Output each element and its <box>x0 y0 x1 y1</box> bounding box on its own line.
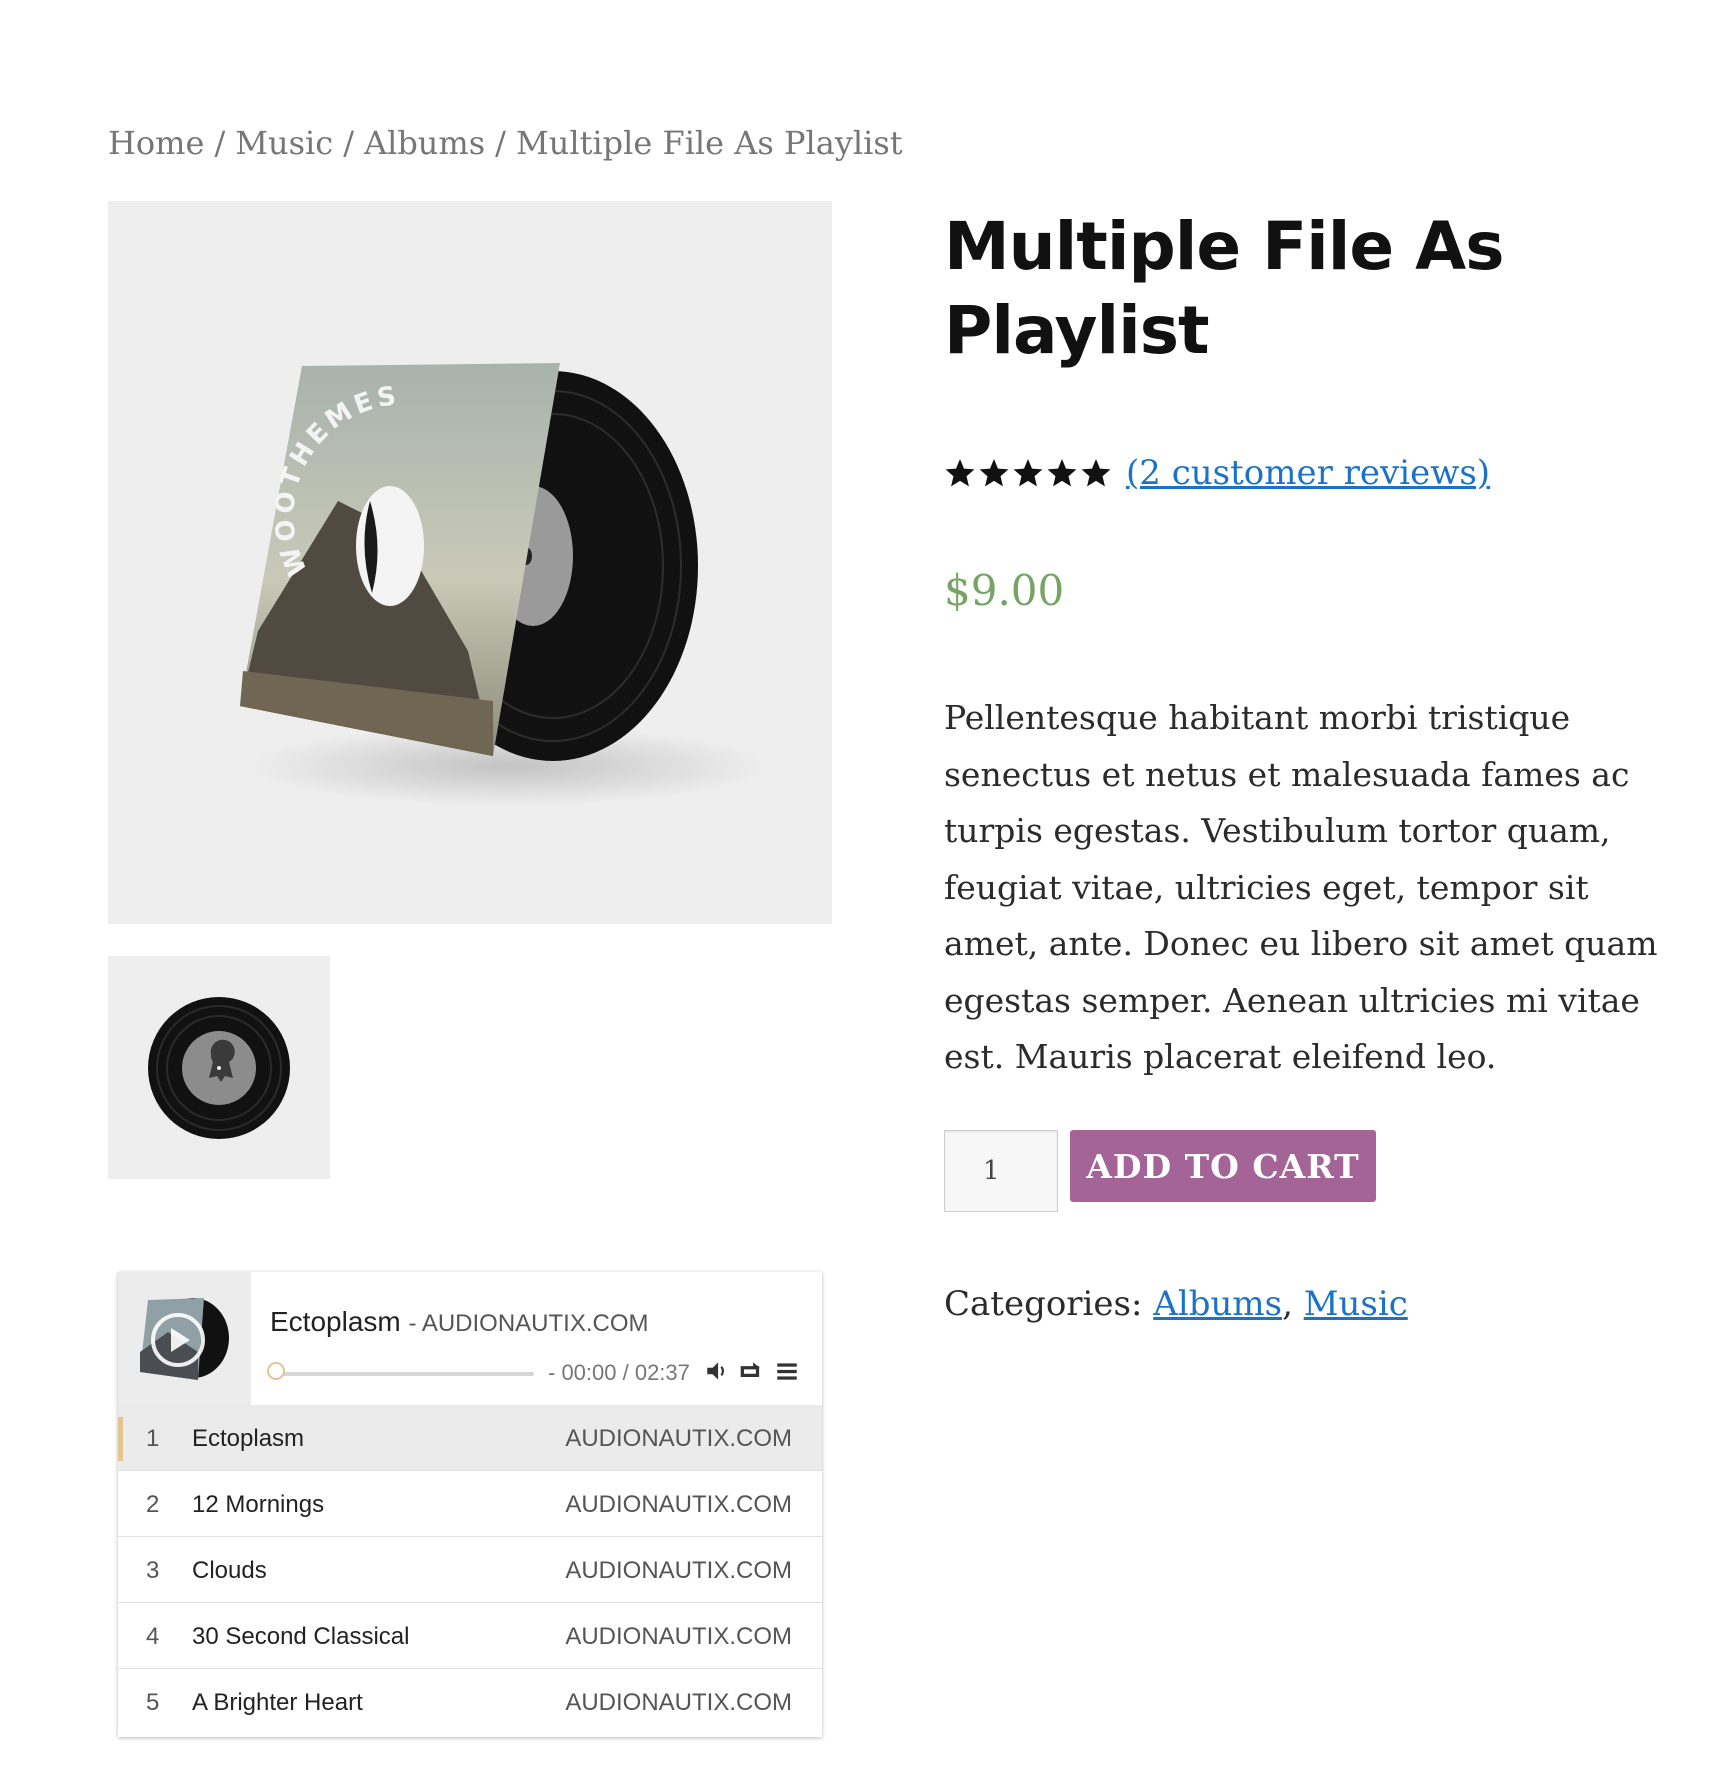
album-artwork: WOOTHEMES <box>240 363 768 806</box>
breadcrumb-separator: / <box>495 124 506 162</box>
add-to-cart-button[interactable]: ADD TO CART <box>1070 1130 1376 1202</box>
product-categories: Categories: Albums, Music <box>944 1284 1408 1324</box>
product-thumbnail[interactable] <box>108 956 330 1179</box>
playlist-track[interactable]: 5 A Brighter Heart AUDIONAUTIX.COM <box>118 1669 822 1734</box>
product-main-image[interactable]: WOOTHEMES <box>108 201 832 924</box>
track-artist: AUDIONAUTIX.COM <box>565 1557 792 1584</box>
seek-handle[interactable] <box>267 1362 285 1380</box>
breadcrumb-music[interactable]: Music <box>235 124 333 162</box>
star-icon <box>979 459 1009 487</box>
quantity-input[interactable] <box>944 1130 1058 1212</box>
now-playing-title: Ectoplasm <box>270 1306 401 1337</box>
track-title: Ectoplasm <box>192 1425 305 1452</box>
player-header: Ectoplasm - AUDIONAUTIX.COM - 00:00 / 02… <box>118 1272 822 1405</box>
now-playing-artist: - AUDIONAUTIX.COM <box>408 1310 649 1337</box>
track-title: A Brighter Heart <box>192 1689 363 1716</box>
play-icon[interactable] <box>118 1272 251 1405</box>
track-title: 30 Second Classical <box>192 1623 410 1650</box>
playlist-track[interactable]: 3 Clouds AUDIONAUTIX.COM <box>118 1537 822 1603</box>
category-separator: , <box>1282 1284 1293 1324</box>
track-number: 5 <box>146 1689 160 1716</box>
star-icon <box>1047 459 1077 487</box>
audio-playlist-player: Ectoplasm - AUDIONAUTIX.COM - 00:00 / 02… <box>118 1272 822 1737</box>
breadcrumb-separator: / <box>343 124 354 162</box>
track-artist: AUDIONAUTIX.COM <box>565 1689 792 1716</box>
star-icon <box>945 459 975 487</box>
track-title: 12 Mornings <box>192 1491 325 1518</box>
breadcrumb-albums[interactable]: Albums <box>364 124 485 162</box>
breadcrumb-separator: / <box>214 124 226 162</box>
playback-time: - 00:00 / 02:37 <box>548 1360 690 1385</box>
track-artist: AUDIONAUTIX.COM <box>565 1623 792 1650</box>
category-link-music[interactable]: Music <box>1304 1284 1408 1324</box>
track-artist: AUDIONAUTIX.COM <box>565 1491 792 1518</box>
track-number: 1 <box>146 1425 160 1452</box>
now-playing-info: Ectoplasm - AUDIONAUTIX.COM <box>270 1306 649 1338</box>
categories-label: Categories: <box>944 1284 1143 1324</box>
track-artist: AUDIONAUTIX.COM <box>565 1425 792 1452</box>
seek-bar[interactable] <box>274 1372 534 1376</box>
product-short-description: Pellentesque habitant morbi tristique se… <box>944 698 1658 1076</box>
star-icon <box>1013 459 1043 487</box>
customer-reviews-link[interactable]: (2 customer reviews) <box>1126 453 1490 493</box>
breadcrumb-home[interactable]: Home <box>108 124 204 162</box>
product-title: Multiple File As Playlist <box>944 208 1505 369</box>
product-rating: (2 customer reviews) <box>944 448 1490 498</box>
playlist-track[interactable]: 2 12 Mornings AUDIONAUTIX.COM <box>118 1471 822 1537</box>
playlist-menu-icon[interactable] <box>774 1358 800 1384</box>
playlist-tracks: 1 Ectoplasm AUDIONAUTIX.COM 2 12 Morning… <box>118 1405 822 1734</box>
breadcrumb: Home / Music / Albums / Multiple File As Playl… <box>108 124 903 162</box>
playlist-track[interactable]: 4 30 Second Classical AUDIONAUTIX.COM <box>118 1603 822 1669</box>
repeat-icon[interactable] <box>738 1358 764 1384</box>
star-rating <box>944 457 1112 489</box>
track-title: Clouds <box>192 1557 267 1584</box>
track-number: 4 <box>146 1623 160 1650</box>
playlist-track[interactable]: 1 Ectoplasm AUDIONAUTIX.COM <box>118 1405 822 1471</box>
volume-icon[interactable] <box>704 1358 730 1384</box>
vinyl-record-icon <box>148 997 290 1139</box>
track-number: 3 <box>146 1557 160 1584</box>
product-price: $9.00 <box>944 566 1065 615</box>
now-playing-artwork[interactable] <box>118 1272 251 1405</box>
track-number: 2 <box>146 1491 160 1518</box>
category-link-albums[interactable]: Albums <box>1153 1284 1282 1324</box>
breadcrumb-current: Multiple File As Playlist <box>515 124 903 162</box>
star-icon <box>1081 459 1111 487</box>
